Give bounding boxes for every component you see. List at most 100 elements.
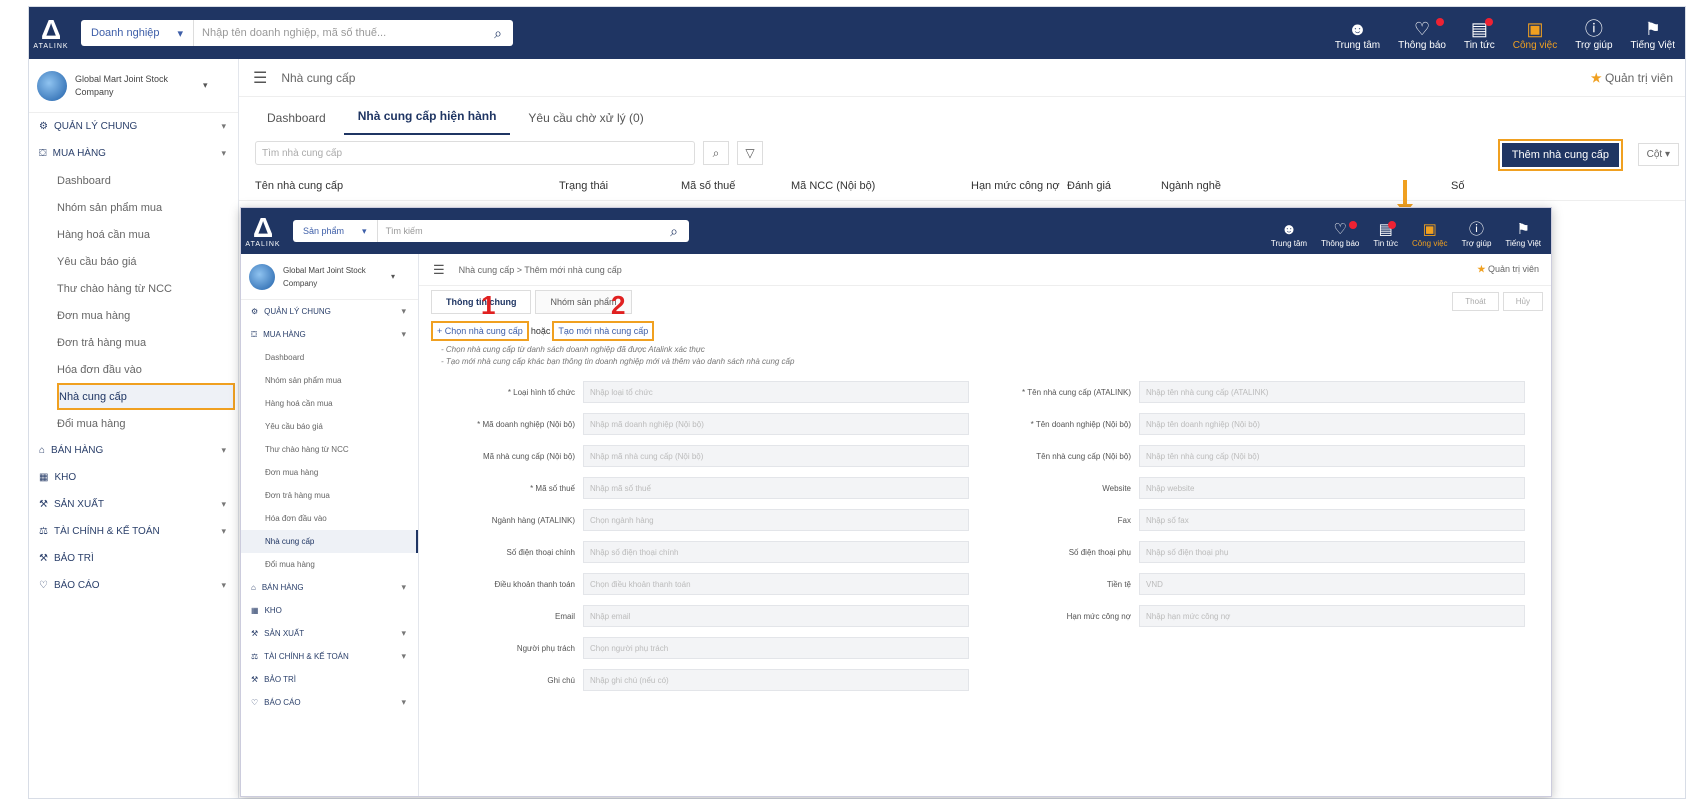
field-input[interactable]: Chọn điều khoản thanh toán [583, 573, 969, 595]
tool-bell[interactable]: ♡ Thông báo [1398, 18, 1446, 51]
field-input[interactable]: Nhập tên doanh nghiệp (Nội bộ) [1139, 413, 1525, 435]
tool-briefcase[interactable]: ▣ Công việc [1513, 18, 1557, 51]
column-header-6[interactable]: Ngành nghề [1161, 180, 1451, 192]
field-input[interactable]: Nhập loại tổ chức [583, 381, 969, 403]
sidebar-group-0[interactable]: ⚙ Quản lý chung ▾ [241, 300, 418, 323]
sidebar-group-after-4[interactable]: ⚒ Bảo trì [241, 668, 418, 691]
search-button[interactable]: ⌕ [703, 141, 729, 165]
search-scope-select[interactable]: Doanh nghiệp ▾ [81, 20, 195, 46]
sidebar-item-6[interactable]: Đơn trả hàng mua [241, 484, 418, 507]
sidebar-item-7[interactable]: Hóa đơn đầu vào [241, 507, 418, 530]
field-input[interactable]: Chọn người phụ trách [583, 637, 969, 659]
inset-search-input[interactable]: Tìm kiếm [378, 226, 659, 236]
column-select[interactable]: Cột ▾ [1637, 143, 1679, 166]
tool-news[interactable]: ▤ Tin tức [1373, 221, 1398, 248]
sidebar-item-6[interactable]: Đơn trả hàng mua [29, 329, 238, 356]
search-input[interactable]: Nhập tên doanh nghiệp, mã số thuế... [194, 27, 483, 39]
create-supplier-button[interactable]: Tạo mới nhà cung cấp [552, 321, 655, 341]
search-icon[interactable]: ⌕ [659, 223, 689, 240]
column-header-5[interactable]: Đánh giá [1067, 180, 1161, 192]
field-input[interactable]: Nhập mã số thuế [583, 477, 969, 499]
company-switcher[interactable]: Global Mart Joint Stock Company ▾ [29, 59, 238, 113]
inset-action-0[interactable]: Thoát [1452, 292, 1499, 311]
sidebar-item-8[interactable]: Nhà cung cấp [57, 383, 235, 410]
sidebar-item-9[interactable]: Đổi mua hàng [29, 410, 238, 437]
field-input[interactable]: Nhập số điện thoại phụ [1139, 541, 1525, 563]
admin-role[interactable]: ★ Quản trị viên [1591, 71, 1673, 85]
tool-news[interactable]: ▤ Tin tức [1464, 18, 1495, 51]
sidebar-group-after-0[interactable]: ⌂ Bán hàng ▾ [29, 437, 238, 464]
sidebar-item-0[interactable]: Dashboard [241, 346, 418, 369]
sidebar-item-5[interactable]: Đơn mua hàng [241, 461, 418, 484]
column-header-2[interactable]: Mã số thuế [681, 180, 791, 192]
sidebar-item-5[interactable]: Đơn mua hàng [29, 302, 238, 329]
sidebar-group-1[interactable]: ⛋ Mua hàng ▾ [241, 323, 418, 346]
sidebar-group-after-2[interactable]: ⚒ Sản xuất ▾ [241, 622, 418, 645]
sidebar-item-7[interactable]: Hóa đơn đầu vào [29, 356, 238, 383]
filter-icon[interactable]: ▽ [737, 141, 763, 165]
field-input[interactable]: Nhập ghi chú (nếu có) [583, 669, 969, 691]
field-input[interactable]: Nhập email [583, 605, 969, 627]
tool-bell[interactable]: ♡ Thông báo [1321, 221, 1359, 248]
supplier-search-input[interactable]: Tìm nhà cung cấp [255, 141, 695, 165]
tab-1[interactable]: Nhà cung cấp hiện hành [343, 99, 511, 135]
sidebar-item-2[interactable]: Hàng hoá cần mua [29, 221, 238, 248]
sidebar-group-after-1[interactable]: ▦ Kho [29, 464, 238, 491]
inset-logo[interactable]: Δ ATALINK [241, 208, 285, 254]
column-header-0[interactable]: Tên nhà cung cấp [255, 180, 559, 192]
sidebar-group-after-2[interactable]: ⚒ Sản xuất ▾ [29, 491, 238, 518]
column-header-7[interactable]: Số [1451, 180, 1511, 192]
column-header-3[interactable]: Mã NCC (Nội bộ) [791, 180, 971, 192]
tool-briefcase[interactable]: ▣ Công việc [1412, 221, 1448, 248]
field-input[interactable]: Nhập tên nhà cung cấp (Nội bộ) [1139, 445, 1525, 467]
inset-search-scope[interactable]: Sản phẩm ▾ [293, 220, 378, 242]
field-input[interactable]: Nhập mã nhà cung cấp (Nội bộ) [583, 445, 969, 467]
field-input[interactable]: Chọn ngành hàng [583, 509, 969, 531]
tab-2[interactable]: Yêu cầu chờ xử lý (0) [514, 101, 657, 135]
sidebar-item-2[interactable]: Hàng hoá cần mua [241, 392, 418, 415]
tab-0[interactable]: Dashboard [253, 101, 340, 135]
tool-user[interactable]: ☻ Trung tâm [1335, 18, 1380, 51]
field-input[interactable]: Nhập hạn mức công nợ [1139, 605, 1525, 627]
app-logo[interactable]: Δ ATALINK [29, 7, 73, 59]
field-input[interactable]: Nhập số fax [1139, 509, 1525, 531]
sidebar-item-3[interactable]: Yêu cầu báo giá [29, 248, 238, 275]
admin-role[interactable]: ★ Quản trị viên [1477, 264, 1539, 275]
column-header-1[interactable]: Trạng thái [559, 180, 681, 192]
sidebar-group-after-5[interactable]: ♡ Báo cáo ▾ [241, 691, 418, 714]
field-input[interactable]: Nhập số điện thoại chính [583, 541, 969, 563]
sidebar-item-4[interactable]: Thư chào hàng từ NCC [29, 275, 238, 302]
choose-supplier-button[interactable]: + Chọn nhà cung cấp [431, 321, 529, 341]
add-supplier-button[interactable]: Thêm nhà cung cấp [1497, 139, 1623, 171]
sidebar-group-0[interactable]: ⚙ Quản lý chung ▾ [29, 113, 238, 140]
sidebar-group-after-3[interactable]: ⚖ Tài chính & Kế toán ▾ [241, 645, 418, 668]
tool-flag[interactable]: ⚑ Tiếng Việt [1631, 18, 1675, 51]
sidebar-item-4[interactable]: Thư chào hàng từ NCC [241, 438, 418, 461]
sidebar-group-after-5[interactable]: ♡ Báo cáo ▾ [29, 572, 238, 599]
sidebar-group-1[interactable]: ⛋ Mua hàng ▾ [29, 140, 238, 167]
sidebar-item-9[interactable]: Đổi mua hàng [241, 553, 418, 576]
column-header-4[interactable]: Hạn mức công nợ [971, 180, 1067, 192]
field-input[interactable]: Nhập mã doanh nghiệp (Nội bộ) [583, 413, 969, 435]
sidebar-item-3[interactable]: Yêu cầu báo giá [241, 415, 418, 438]
company-switcher[interactable]: Global Mart Joint Stock Company ▾ [241, 254, 418, 300]
tool-help[interactable]: ⓘ Trợ giúp [1575, 18, 1612, 51]
tool-user[interactable]: ☻ Trung tâm [1271, 221, 1307, 248]
field-input[interactable]: Nhập tên nhà cung cấp (ATALINK) [1139, 381, 1525, 403]
tool-help[interactable]: ⓘ Trợ giúp [1462, 221, 1492, 248]
sidebar-group-after-0[interactable]: ⌂ Bán hàng ▾ [241, 576, 418, 599]
menu-icon[interactable]: ☰ [253, 68, 267, 88]
inset-action-1[interactable]: Hủy [1502, 292, 1543, 311]
sidebar-item-1[interactable]: Nhóm sản phẩm mua [29, 194, 238, 221]
sidebar-group-after-1[interactable]: ▦ Kho [241, 599, 418, 622]
tool-flag[interactable]: ⚑ Tiếng Việt [1505, 221, 1541, 248]
sidebar-group-after-4[interactable]: ⚒ Bảo trì [29, 545, 238, 572]
search-icon[interactable]: ⌕ [483, 25, 513, 42]
sidebar-item-0[interactable]: Dashboard [29, 167, 238, 194]
sidebar-group-after-3[interactable]: ⚖ Tài chính & Kế toán ▾ [29, 518, 238, 545]
field-input[interactable]: Nhập website [1139, 477, 1525, 499]
sidebar-item-8[interactable]: Nhà cung cấp [241, 530, 418, 553]
menu-icon[interactable]: ☰ [433, 262, 445, 278]
field-input[interactable]: VND [1139, 573, 1525, 595]
sidebar-item-1[interactable]: Nhóm sản phẩm mua [241, 369, 418, 392]
